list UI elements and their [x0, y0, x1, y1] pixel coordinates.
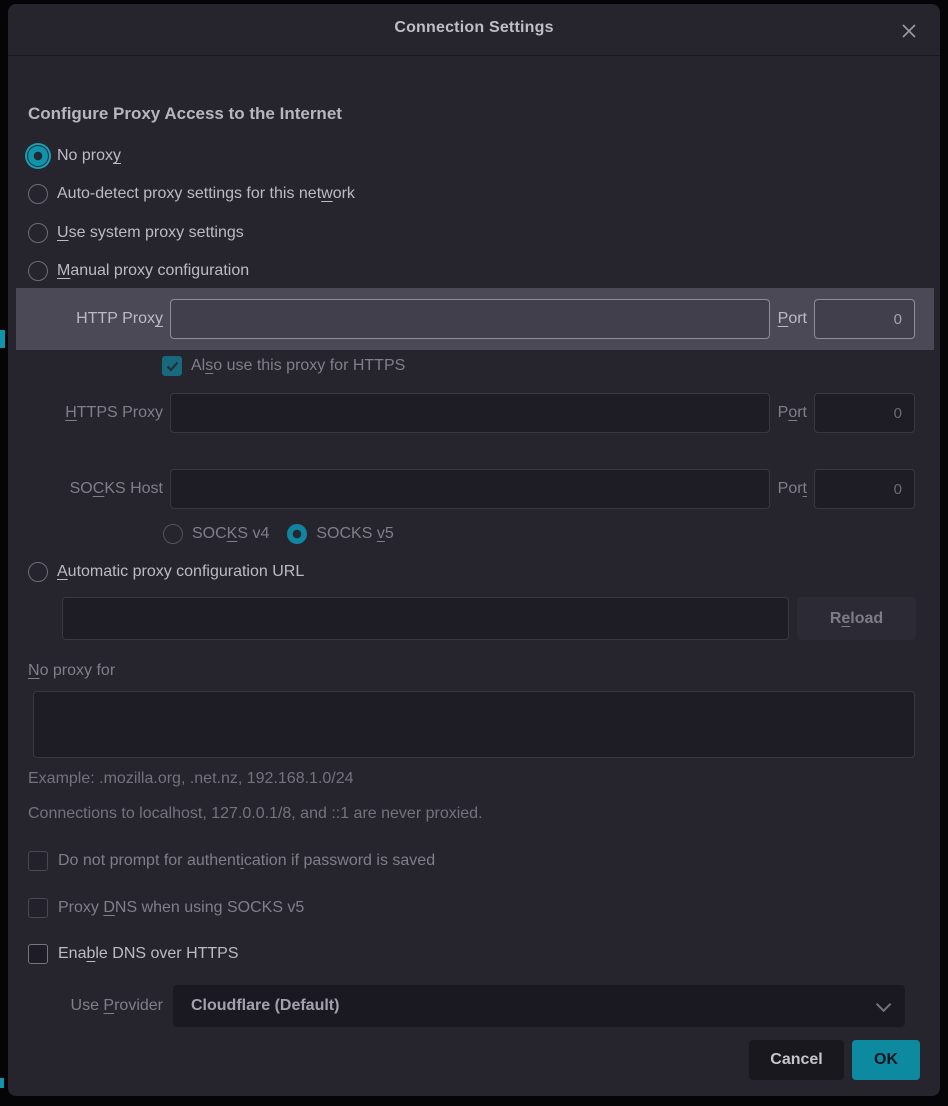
socks-host-row: SOCKS Host Port — [8, 469, 940, 509]
proxy-dns-socks5-checkbox[interactable] — [28, 898, 48, 918]
http-proxy-label: HTTP Proxy — [28, 310, 163, 328]
provider-label: Use Provider — [28, 997, 163, 1015]
https-proxy-input[interactable] — [170, 393, 770, 433]
also-https-row[interactable]: Also use this proxy for HTTPS — [8, 346, 940, 386]
cancel-button[interactable]: Cancel — [749, 1040, 844, 1080]
provider-selected-value: Cloudflare (Default) — [191, 997, 876, 1015]
radio-row-auto-detect[interactable]: Auto-detect proxy settings for this netw… — [8, 176, 940, 212]
enable-doh-checkbox[interactable] — [28, 944, 48, 964]
radio-row-auto-config-url[interactable]: Automatic proxy configuration URL — [8, 554, 940, 590]
http-port-input[interactable] — [814, 299, 915, 339]
radio-label: Use system proxy settings — [57, 224, 244, 242]
https-proxy-row: HTTPS Proxy Port — [8, 393, 940, 433]
radio-socks-v4[interactable] — [163, 524, 183, 544]
close-icon — [901, 23, 917, 39]
background-artifact — [0, 330, 5, 348]
socks-port-input[interactable] — [814, 469, 915, 509]
radio-auto-detect[interactable] — [28, 184, 48, 204]
no-proxy-for-label: No proxy for — [28, 662, 115, 680]
radio-system-proxy[interactable] — [28, 223, 48, 243]
no-proxy-for-textarea[interactable] — [33, 691, 915, 758]
radio-label: Manual proxy configuration — [57, 262, 249, 280]
socks-version-row: SOCKS v4 SOCKS v5 — [8, 516, 940, 552]
dialog-title: Connection Settings — [8, 19, 940, 37]
radio-row-no-proxy[interactable]: No proxy — [8, 138, 940, 174]
radio-label: Auto-detect proxy settings for this netw… — [57, 185, 355, 203]
page-title: Configure Proxy Access to the Internet — [28, 104, 342, 124]
also-https-label: Also use this proxy for HTTPS — [191, 357, 405, 375]
reload-button[interactable]: Reload — [797, 597, 916, 640]
http-proxy-input[interactable] — [170, 299, 770, 339]
https-proxy-label: HTTPS Proxy — [28, 404, 163, 422]
http-proxy-row-highlight: HTTP Proxy Port — [16, 288, 934, 350]
radio-no-proxy[interactable] — [28, 146, 48, 166]
enable-doh-row[interactable]: Enable DNS over HTTPS — [8, 936, 940, 972]
socks-v4-label: SOCKS v4 — [192, 525, 269, 543]
radio-row-system-proxy[interactable]: Use system proxy settings — [8, 215, 940, 251]
footer-button-row: Cancel OK — [8, 1040, 940, 1080]
http-port-label: Port — [778, 310, 807, 328]
socks-v5-label: SOCKS v5 — [316, 525, 393, 543]
socks-port-label: Port — [778, 480, 807, 498]
background-artifact — [0, 1078, 4, 1088]
close-button[interactable] — [896, 18, 922, 44]
no-proxy-for-row: No proxy for — [8, 653, 940, 689]
no-proxy-note-text: Connections to localhost, 127.0.0.1/8, a… — [28, 805, 483, 823]
ok-button[interactable]: OK — [852, 1040, 920, 1080]
socks-host-input[interactable] — [170, 469, 770, 509]
no-prompt-auth-row[interactable]: Do not prompt for authentication if pass… — [8, 843, 940, 879]
radio-label: No proxy — [57, 147, 121, 165]
radio-socks-v5[interactable] — [287, 524, 307, 544]
radio-auto-config-url[interactable] — [28, 562, 48, 582]
enable-doh-label: Enable DNS over HTTPS — [58, 945, 239, 963]
radio-row-manual-proxy[interactable]: Manual proxy configuration — [8, 253, 940, 289]
provider-row: Use Provider Cloudflare (Default) — [8, 985, 940, 1027]
no-prompt-auth-label: Do not prompt for authentication if pass… — [58, 852, 435, 870]
dialog-titlebar: Connection Settings — [8, 4, 940, 56]
also-https-checkbox[interactable] — [162, 356, 182, 376]
auto-config-url-row: Reload — [8, 597, 940, 640]
https-port-label: Port — [778, 404, 807, 422]
socks-host-label: SOCKS Host — [28, 480, 163, 498]
no-proxy-example-text: Example: .mozilla.org, .net.nz, 192.168.… — [28, 770, 354, 788]
no-prompt-auth-checkbox[interactable] — [28, 851, 48, 871]
chevron-down-icon — [876, 996, 892, 1012]
proxy-dns-socks5-label: Proxy DNS when using SOCKS v5 — [58, 899, 304, 917]
checkmark-icon — [166, 361, 179, 372]
https-port-input[interactable] — [814, 393, 915, 433]
auto-config-label: Automatic proxy configuration URL — [57, 563, 304, 581]
provider-dropdown[interactable]: Cloudflare (Default) — [173, 985, 905, 1027]
connection-settings-dialog: Connection Settings Configure Proxy Acce… — [8, 4, 940, 1096]
proxy-dns-socks5-row[interactable]: Proxy DNS when using SOCKS v5 — [8, 890, 940, 926]
auto-config-url-input[interactable] — [62, 597, 789, 640]
radio-manual-proxy[interactable] — [28, 261, 48, 281]
